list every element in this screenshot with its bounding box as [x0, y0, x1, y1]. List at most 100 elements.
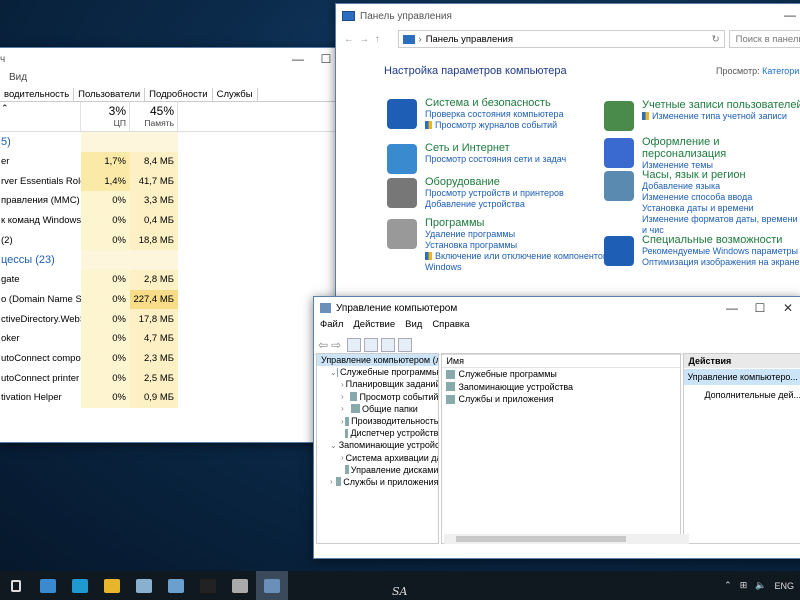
admin-tools-icon[interactable]: [128, 571, 160, 600]
menu-view[interactable]: Вид: [9, 72, 27, 83]
tree-item[interactable]: Диспетчер устройств: [317, 427, 438, 439]
category-link[interactable]: Изменение способа ввода: [642, 192, 800, 203]
process-row[interactable]: правления (MMC) 0% 3,3 МБ: [0, 191, 368, 211]
search-input[interactable]: Поиск в панели упр: [728, 30, 800, 48]
tab-performance[interactable]: водительность: [0, 88, 75, 101]
category-link[interactable]: Оптимизация изображения на экране: [642, 257, 800, 268]
category-title[interactable]: Специальные возможности: [642, 234, 800, 246]
tree-item[interactable]: › Службы и приложения: [317, 476, 438, 488]
expand-arrow-icon[interactable]: ›: [341, 404, 351, 413]
category-icon[interactable]: [604, 171, 634, 201]
control-panel-window[interactable]: Панель управления — ←→↑ › Панель управле…: [335, 3, 800, 299]
category-link[interactable]: Установка даты и времени: [642, 203, 800, 214]
tree-item[interactable]: ⌄ Служебные программы: [317, 366, 438, 378]
category-icon[interactable]: [604, 101, 634, 131]
minimize-button[interactable]: —: [284, 48, 312, 70]
action-pane-icon[interactable]: [398, 337, 413, 352]
process-row[interactable]: er 1,7% 8,4 МБ: [0, 151, 368, 172]
list-item[interactable]: Служебные программы: [442, 368, 680, 381]
expand-arrow-icon[interactable]: ›: [341, 453, 344, 462]
category-icon[interactable]: [604, 236, 634, 266]
language-indicator[interactable]: ENG: [774, 581, 794, 591]
tree-item[interactable]: › Просмотр событий: [317, 391, 438, 403]
computer-management-icon[interactable]: [160, 571, 192, 600]
server-manager-icon[interactable]: [32, 571, 64, 600]
category-title[interactable]: Часы, язык и регион: [642, 169, 800, 181]
category-link[interactable]: Добавление языка: [642, 181, 800, 192]
ie-icon[interactable]: [64, 571, 96, 600]
refresh-icon[interactable]: ↻: [712, 34, 720, 45]
task-manager-titlebar[interactable]: ч — ☐ ✕: [0, 48, 368, 72]
tab-users[interactable]: Пользователи: [74, 88, 146, 101]
close-button[interactable]: ✕: [774, 297, 800, 319]
tree-item[interactable]: › Производительность: [317, 415, 438, 427]
name-column-header[interactable]: Имя: [442, 354, 681, 368]
help-icon[interactable]: [381, 337, 396, 352]
menu-action[interactable]: Действие: [353, 319, 395, 335]
category-link[interactable]: Просмотр устройств и принтеров: [425, 188, 564, 199]
explorer-icon[interactable]: [96, 571, 128, 600]
tree-item[interactable]: › Планировщик заданий: [317, 378, 438, 390]
chevron-up-icon[interactable]: ⌃: [724, 580, 732, 591]
view-by-dropdown[interactable]: Категория: [762, 66, 800, 76]
scrollbar-thumb[interactable]: [456, 536, 626, 542]
category-link[interactable]: Рекомендуемые Windows параметры: [642, 246, 800, 257]
category-link[interactable]: Изменение форматов даты, времени и чис: [642, 214, 800, 236]
tree-item[interactable]: › Общие папки: [317, 403, 438, 415]
tree-item[interactable]: ⌄ Запоминающие устройст: [317, 439, 438, 451]
category-link[interactable]: Включение или отключение компонентов: [425, 251, 608, 262]
action-more-actions[interactable]: Дополнительные дей...: [684, 388, 800, 402]
process-row[interactable]: gate 0% 2,8 МБ: [0, 269, 368, 290]
volume-icon[interactable]: 🔈: [755, 580, 766, 591]
category-icon[interactable]: [387, 99, 417, 129]
category-link[interactable]: Просмотр журналов событий: [425, 120, 564, 131]
cmd-icon[interactable]: [192, 571, 224, 600]
list-item[interactable]: Службы и приложения: [442, 393, 680, 406]
device-icon[interactable]: [224, 571, 256, 600]
tab-services[interactable]: Службы: [213, 88, 258, 101]
category-icon[interactable]: [387, 219, 417, 249]
start-icon[interactable]: [0, 571, 32, 600]
category-title[interactable]: Учетные записи пользователей: [642, 99, 800, 111]
expand-arrow-icon[interactable]: ⌄: [330, 441, 337, 450]
network-icon[interactable]: ⊞: [740, 580, 748, 591]
category-link[interactable]: Удаление программы: [425, 229, 608, 240]
address-bar[interactable]: › Панель управления ↻: [397, 30, 725, 48]
minimize-button[interactable]: —: [776, 4, 800, 26]
process-row[interactable]: (2) 0% 18,8 МБ: [0, 230, 368, 251]
tab-details[interactable]: Подробности: [145, 88, 213, 101]
computer-management-window[interactable]: Управление компьютером — ☐ ✕ Файл Действ…: [313, 296, 800, 559]
category-title[interactable]: Система и безопасность: [425, 97, 564, 109]
name-column-header[interactable]: ⌃: [0, 102, 81, 131]
expand-arrow-icon[interactable]: ⌄: [330, 368, 337, 377]
category-link[interactable]: Проверка состояния компьютера: [425, 109, 564, 120]
maximize-button[interactable]: ☐: [746, 297, 774, 319]
category-title[interactable]: Оформление и персонализация: [642, 136, 800, 160]
category-icon[interactable]: [387, 178, 417, 208]
action-computer-management[interactable]: Управление компьютеро...: [684, 369, 800, 385]
process-group-header[interactable]: цессы (23): [0, 250, 368, 270]
forward-arrow-icon[interactable]: ⇨: [331, 338, 341, 352]
category-link[interactable]: Просмотр состояния сети и задач: [425, 154, 566, 165]
category-icon[interactable]: [387, 144, 417, 174]
tree-item[interactable]: Управление компьютером (л: [317, 354, 439, 367]
expand-arrow-icon[interactable]: ›: [341, 392, 350, 401]
category-link[interactable]: Windows: [425, 262, 608, 273]
task-manager-icon[interactable]: [256, 571, 288, 600]
export-list-icon[interactable]: [364, 337, 379, 352]
process-row[interactable]: к команд Windows 0% 0,4 МБ: [0, 210, 368, 231]
list-item[interactable]: Запоминающие устройства: [442, 381, 680, 394]
category-title[interactable]: Оборудование: [425, 176, 564, 188]
tree-item[interactable]: › Система архивации да: [317, 452, 438, 464]
category-title[interactable]: Сеть и Интернет: [425, 142, 566, 154]
category-link[interactable]: Изменение типа учетной записи: [642, 111, 800, 122]
category-title[interactable]: Программы: [425, 217, 608, 229]
nav-buttons[interactable]: ←→↑: [344, 34, 398, 45]
process-group-header[interactable]: 5): [0, 132, 368, 152]
category-link[interactable]: Добавление устройства: [425, 199, 564, 210]
category-icon[interactable]: [604, 138, 634, 168]
menu-file[interactable]: Файл: [320, 319, 343, 335]
tree-item[interactable]: Управление дисками: [317, 464, 438, 476]
menu-view[interactable]: Вид: [405, 319, 422, 335]
control-panel-titlebar[interactable]: Панель управления —: [336, 4, 800, 28]
